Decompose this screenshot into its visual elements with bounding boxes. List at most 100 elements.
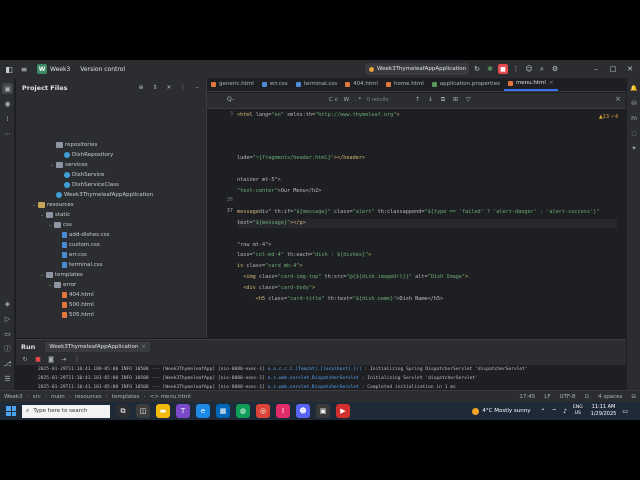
lock-icon[interactable]: ⊡ bbox=[585, 394, 590, 400]
app-icon-2[interactable]: ◍ bbox=[236, 404, 250, 418]
run-config-selector[interactable]: Week3ThymeleafAppApplication bbox=[365, 63, 469, 75]
structure-tool-icon[interactable]: ⁞ bbox=[2, 113, 13, 124]
chevron-up-icon[interactable]: ⌃ bbox=[540, 408, 545, 415]
close-find-icon[interactable]: × bbox=[615, 95, 621, 103]
options-icon[interactable]: ⋮ bbox=[178, 82, 188, 92]
taskbar-search[interactable]: ⌕ Type here to search bbox=[22, 404, 110, 418]
run-tool-icon[interactable]: ▷ bbox=[2, 313, 13, 324]
debug-icon[interactable]: ✱ bbox=[485, 64, 495, 74]
tree-item[interactable]: DishRepository bbox=[58, 150, 113, 160]
tree-item[interactable]: terminal.css bbox=[56, 260, 102, 270]
editor-tab[interactable]: generic.html bbox=[207, 78, 258, 91]
more-actions-icon[interactable]: ⋮ bbox=[511, 64, 521, 74]
breadcrumb-item[interactable]: resources bbox=[75, 394, 102, 400]
editor-tab[interactable]: 404.html bbox=[341, 78, 382, 91]
language-indicator[interactable]: ENG US bbox=[573, 405, 583, 417]
breadcrumb-item[interactable]: src bbox=[33, 394, 41, 400]
project-switcher[interactable]: Week3 bbox=[50, 66, 70, 73]
main-menu-icon[interactable]: ≡ bbox=[18, 63, 30, 75]
code-area[interactable]: <html lang="en" xmlns:th="http://www.thy… bbox=[237, 109, 617, 338]
more-tools-icon[interactable]: ⋯ bbox=[2, 128, 13, 139]
commit-tool-icon[interactable]: ◉ bbox=[2, 98, 13, 109]
tree-item[interactable]: DishServiceClass bbox=[58, 180, 119, 190]
youtube-icon[interactable]: ▶ bbox=[336, 404, 350, 418]
editor-tab[interactable]: terminal.css bbox=[292, 78, 341, 91]
settings-gear-icon[interactable]: ⚙ bbox=[550, 64, 560, 74]
camera-icon[interactable]: ◙ bbox=[46, 354, 56, 364]
terminal-tool-icon[interactable]: ▭ bbox=[2, 328, 13, 339]
project-tool-icon[interactable]: ▣ bbox=[2, 83, 13, 94]
app-icon[interactable]: ◫ bbox=[136, 404, 150, 418]
tree-item[interactable]: 500.html bbox=[56, 300, 94, 310]
todo-tool-icon[interactable]: ☰ bbox=[2, 373, 13, 384]
code-line[interactable]: "row mt-4"> bbox=[237, 241, 271, 250]
close-tab-icon[interactable]: × bbox=[141, 344, 146, 350]
stop-run-icon[interactable]: ■ bbox=[33, 354, 43, 364]
code-line[interactable]: "text-center">Our Menu</h2> bbox=[237, 187, 321, 196]
run-tab[interactable]: Week3ThymeleafAppApplication × bbox=[45, 341, 150, 352]
account-icon[interactable]: ☺ bbox=[524, 64, 534, 74]
tree-item[interactable]: ⌄ resources bbox=[32, 200, 74, 210]
code-line[interactable]: lass="col-md-4" th:each="dish : ${dishes… bbox=[237, 251, 371, 260]
tree-item[interactable]: DishService bbox=[58, 170, 104, 180]
store-icon[interactable]: ▦ bbox=[216, 404, 230, 418]
chevron-down-icon[interactable]: ⌄ bbox=[60, 83, 72, 95]
console-output[interactable]: 2025-01-29T11:10:41.180-05:00 INFO 10508… bbox=[16, 365, 626, 390]
code-line[interactable]: <img class="card-img-top" th:src="@{${di… bbox=[237, 273, 468, 282]
maximize-icon[interactable]: □ bbox=[607, 63, 619, 75]
weather-widget[interactable]: 4°C Mostly sunny bbox=[472, 407, 530, 415]
code-line[interactable]: <html lang="en" xmlns:th="http://www.thy… bbox=[237, 111, 399, 120]
vcs-menu[interactable]: Version control bbox=[80, 66, 125, 73]
gradle-icon[interactable]: ◌ bbox=[629, 128, 639, 138]
app-icon-3[interactable]: ▣ bbox=[316, 404, 330, 418]
rerun-icon[interactable]: ↻ bbox=[20, 354, 30, 364]
maven-icon[interactable]: m bbox=[629, 113, 639, 123]
exit-icon[interactable]: ⇥ bbox=[59, 354, 69, 364]
file-explorer-icon[interactable]: ▬ bbox=[156, 404, 170, 418]
tree-item[interactable]: err.css bbox=[56, 250, 87, 260]
code-line[interactable]: text="${message}"></p> bbox=[237, 219, 617, 228]
more-run-icon[interactable]: ⋮ bbox=[72, 354, 82, 364]
tree-item[interactable]: ⌄ services bbox=[50, 160, 88, 170]
task-view-icon[interactable]: ⧉ bbox=[116, 404, 130, 418]
caret-position[interactable]: 17:45 bbox=[519, 394, 535, 400]
find-input[interactable]: Q- bbox=[227, 96, 234, 103]
find-navigation[interactable]: ↑ ↓ ⧉ ⊞ ▽ bbox=[415, 96, 474, 104]
indent-setting[interactable]: 4 spaces bbox=[598, 394, 622, 400]
tree-item[interactable]: ⌄ templates bbox=[40, 270, 83, 280]
tree-item[interactable]: 404.html bbox=[56, 290, 94, 300]
code-line[interactable]: iv class="card mb-4"> bbox=[237, 262, 303, 271]
intellij-icon[interactable]: I bbox=[276, 404, 290, 418]
code-line[interactable]: <h5 class="card-title" th:text="${dish.n… bbox=[237, 295, 443, 304]
database-icon[interactable]: ⛁ bbox=[629, 98, 639, 108]
minimize-icon[interactable]: – bbox=[590, 63, 602, 75]
tree-item[interactable]: add-dishes.css bbox=[56, 230, 109, 240]
file-encoding[interactable]: UTF-8 bbox=[559, 394, 575, 400]
discord-icon[interactable]: ☻ bbox=[296, 404, 310, 418]
volume-icon[interactable]: ♪ bbox=[563, 408, 567, 415]
git-tool-icon[interactable]: ⎇ bbox=[2, 358, 13, 369]
stop-button[interactable]: ■ bbox=[498, 64, 508, 74]
editor-tab[interactable]: application.properties bbox=[428, 78, 504, 91]
tree-item[interactable]: repositories bbox=[50, 140, 97, 150]
ai-assistant-icon[interactable]: ✦ bbox=[629, 143, 639, 153]
code-line[interactable]: ntainer mt-5"> bbox=[237, 176, 281, 185]
line-separator[interactable]: LF bbox=[544, 394, 550, 400]
clock[interactable]: 11:11 AM 1/29/2025 bbox=[591, 404, 617, 418]
editor-tab[interactable]: menu.html × bbox=[503, 78, 558, 91]
teams-icon[interactable]: T bbox=[176, 404, 190, 418]
breadcrumb-item[interactable]: Week3 bbox=[4, 394, 23, 400]
chrome-icon[interactable]: ◎ bbox=[256, 404, 270, 418]
notifications-icon[interactable]: 🔔 bbox=[629, 83, 639, 93]
collapse-all-icon[interactable]: ✕ bbox=[164, 82, 174, 92]
breadcrumb-item[interactable]: templates bbox=[112, 394, 140, 400]
tree-item[interactable]: ⌄ error bbox=[48, 280, 76, 290]
services-tool-icon[interactable]: ◈ bbox=[2, 298, 13, 309]
search-icon[interactable]: ⌕ bbox=[537, 64, 547, 74]
breadcrumb-item[interactable]: <> menu.html bbox=[150, 394, 191, 400]
code-line[interactable]: messagediv" th:if="${message}" class="al… bbox=[237, 208, 599, 217]
code-line[interactable]: <div class="card-body"> bbox=[237, 284, 315, 293]
locate-file-icon[interactable]: ⊕ bbox=[136, 82, 146, 92]
close-tab-icon[interactable]: × bbox=[549, 80, 554, 86]
windows-start-icon[interactable] bbox=[4, 404, 18, 418]
